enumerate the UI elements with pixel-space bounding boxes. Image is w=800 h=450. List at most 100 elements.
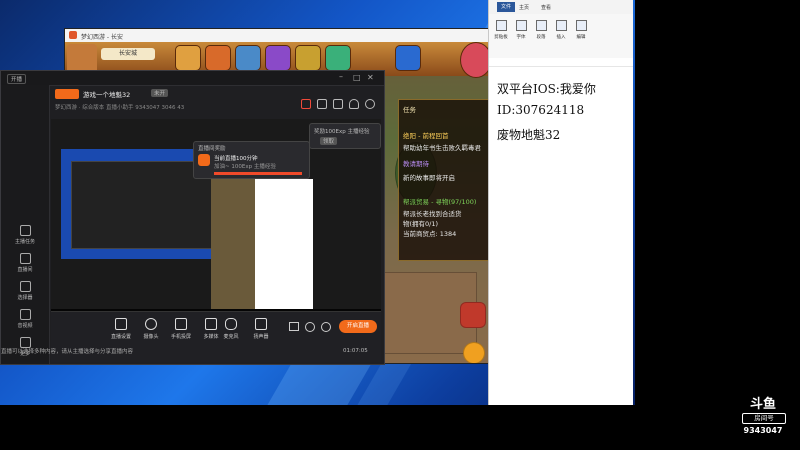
start-stream-button[interactable]: 开启直播 xyxy=(339,320,377,333)
insert-button[interactable]: 插入 xyxy=(553,18,569,52)
stream-settings-button[interactable]: 直播设置 xyxy=(106,318,136,340)
sidebar-item-selector[interactable]: 选择器 xyxy=(5,281,45,301)
bell-icon[interactable] xyxy=(349,99,359,109)
quest-tracker[interactable]: 任务 绝阳 - 前程回首 帮助幼年书生击败久羁毒君 教请期待 新的故事即将开启 … xyxy=(398,99,493,261)
status-badge: 未开 xyxy=(151,89,169,97)
app-sidebar: 主播任务 直播间 选择器 音视频 更多 xyxy=(1,85,50,364)
sidebar-item-room[interactable]: 直播间 xyxy=(5,253,45,273)
close-icon[interactable]: ✕ xyxy=(367,73,374,82)
tab-file[interactable]: 文件 xyxy=(497,2,516,12)
media-icon xyxy=(19,309,31,320)
game-plus-icon[interactable] xyxy=(463,342,485,363)
quest-line: 教请期待 xyxy=(403,160,429,168)
camera-icon xyxy=(145,318,157,330)
game-title: 梦幻西游 - 长安 xyxy=(81,34,123,41)
tab-view[interactable]: 查看 xyxy=(541,4,551,11)
ranking-icon[interactable] xyxy=(265,45,291,71)
mic-icon xyxy=(225,318,237,330)
notify-sub: 加油~ 100Exp 主播经验 xyxy=(214,164,276,170)
room-header: 游戏一个地魁32 未开 梦幻西游 · 综合版本 直播小助手 9343047 30… xyxy=(51,87,381,117)
nested-app xyxy=(71,161,213,249)
streaming-app-window[interactable]: 开播 ✕ □ – 主播任务 直播间 选择器 音视频 更多 游戏一个地魁32 未开… xyxy=(0,70,385,365)
notify-progress xyxy=(214,172,302,175)
sidebar-item-media[interactable]: 音视频 xyxy=(5,309,45,329)
message-icon[interactable] xyxy=(333,99,343,109)
footer-hint: 直播可以选择多种内容，请从主播选择与分享直播内容 xyxy=(1,349,134,355)
reward-button[interactable]: 领取 xyxy=(320,137,338,145)
maximize-icon[interactable]: □ xyxy=(353,73,361,82)
nested-editor xyxy=(255,179,313,309)
douyu-watermark: 斗鱼 房间号 9343047 xyxy=(738,393,788,441)
game-app-icon xyxy=(69,31,77,39)
room-number: 9343047 xyxy=(743,426,783,435)
room-title[interactable]: 游戏一个地魁32 xyxy=(83,89,130,99)
quest-line: 帮派长老找到合适货 xyxy=(403,210,462,218)
gear-icon[interactable] xyxy=(321,322,331,332)
game-bag-icon[interactable] xyxy=(460,302,486,328)
paragraph-button[interactable]: 段落 xyxy=(533,18,549,52)
game-titlebar[interactable]: 梦幻西游 - 长安 xyxy=(65,29,493,43)
ribbon-toolbar: 剪贴板 字体 段落 插入 编辑 xyxy=(489,14,633,59)
room-icon xyxy=(19,253,31,264)
sidebar-item-task[interactable]: 主播任务 xyxy=(5,225,45,245)
event-icon[interactable] xyxy=(295,45,321,71)
minimize-icon[interactable]: – xyxy=(339,72,343,81)
speaker-icon xyxy=(255,318,267,330)
quest-line: 物(拥有0/1) xyxy=(403,220,439,228)
app-titlebar[interactable]: 开播 ✕ □ – xyxy=(1,71,384,86)
quest-line: 当前商贸点: 1384 xyxy=(403,230,457,238)
reward-text: 奖励100Exp 主播经验 xyxy=(314,129,370,135)
quest-line: 任务 xyxy=(403,106,416,114)
ruler xyxy=(489,58,633,67)
quest-line: 帮派贸易 - 寻物(97/100) xyxy=(403,198,477,206)
font-icon xyxy=(515,20,527,31)
brand-logo: 斗鱼 xyxy=(749,397,776,412)
notify-text: 当前直播100分钟 xyxy=(214,156,258,162)
social-icon[interactable] xyxy=(325,45,351,71)
quest-line: 绝阳 - 前程回首 xyxy=(403,132,449,140)
find-icon xyxy=(575,20,587,31)
image-icon xyxy=(555,20,567,31)
font-button[interactable]: 字体 xyxy=(513,18,529,52)
camera-button[interactable]: 摄像头 xyxy=(136,318,166,340)
flame-icon xyxy=(198,154,210,166)
quest-line: 帮助幼年书生击败久羁毒君 xyxy=(403,144,481,152)
mic-button[interactable]: 麦克风 xyxy=(216,318,246,340)
shop-icon[interactable] xyxy=(235,45,261,71)
speaker-button[interactable]: 扬声器 xyxy=(246,318,276,340)
gift-icon[interactable] xyxy=(301,99,311,109)
go-live-tag[interactable]: 开播 xyxy=(7,74,27,84)
quest-line: 新的故事即将开启 xyxy=(403,174,455,182)
activity-icon[interactable] xyxy=(175,45,201,71)
task-icon xyxy=(19,225,31,236)
document-line: ID:307624118 xyxy=(497,103,585,117)
notify-title: 直播间奖励 xyxy=(198,146,226,152)
selector-icon xyxy=(19,281,31,292)
settings-icon xyxy=(115,318,127,330)
clipboard-button[interactable]: 剪贴板 xyxy=(493,18,509,52)
paste-icon xyxy=(495,20,507,31)
share-icon[interactable] xyxy=(365,99,375,109)
text-editor-window[interactable]: 文件 主页 查看 剪贴板 字体 段落 插入 编辑 双平台IOS:我爱你 ID:3… xyxy=(488,0,633,405)
document-line: 废物地魁32 xyxy=(497,128,561,142)
paragraph-icon xyxy=(535,20,547,31)
room-stats: 梦幻西游 · 综合版本 直播小助手 9343047 3046 43 xyxy=(55,105,185,111)
room-label: 房间号 xyxy=(742,413,786,424)
location-label: 长安城 xyxy=(101,48,155,60)
tab-home[interactable]: 主页 xyxy=(519,4,529,11)
edit-button[interactable]: 编辑 xyxy=(573,18,589,52)
pet-icon[interactable] xyxy=(395,45,421,71)
ribbon-tabs: 文件 主页 查看 xyxy=(489,0,633,15)
phone-icon xyxy=(175,318,187,330)
notification-popup[interactable]: 直播间奖励 当前直播100分钟 加油~ 100Exp 主播经验 xyxy=(193,141,310,179)
welfare-icon[interactable] xyxy=(205,45,231,71)
phone-cast-button[interactable]: 手机投屏 xyxy=(166,318,196,340)
stream-timer: 01:07:05 xyxy=(343,348,368,354)
lock-icon[interactable] xyxy=(317,99,327,109)
nested-game xyxy=(211,179,255,309)
record-icon[interactable] xyxy=(289,322,299,331)
document-line: 双平台IOS:我爱你 xyxy=(497,82,596,96)
streamer-avatar xyxy=(55,89,79,99)
eye-icon[interactable] xyxy=(305,322,315,332)
reward-popup[interactable]: 奖励100Exp 主播经验 领取 xyxy=(309,123,381,149)
